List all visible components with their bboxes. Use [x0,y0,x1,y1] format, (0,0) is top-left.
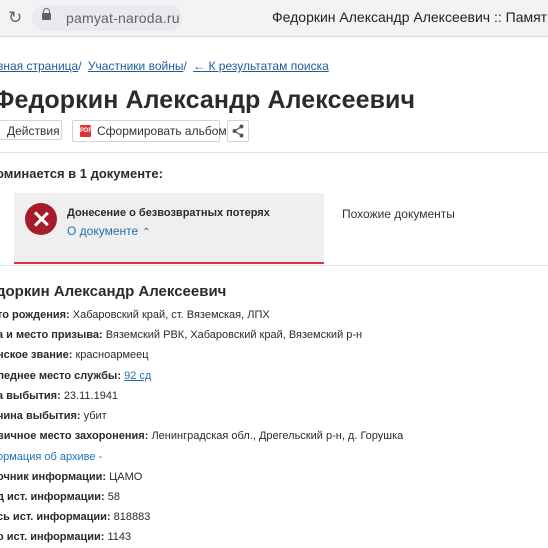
divider [0,152,548,153]
share-icon [232,124,244,138]
tab-title: Федоркин Александр Алексеевич :: Память … [272,9,548,25]
browser-toolbar: ↻ pamyat-naroda.ru Федоркин Александр Ал… [0,0,548,37]
close-circle-icon [25,203,57,235]
field-label: а выбытия: [0,390,61,402]
share-button[interactable] [227,120,249,142]
disposal-date-field: а выбытия: 23.11.1941 [0,390,118,402]
field-label: д ист. информации: [0,491,105,503]
lock-icon [42,8,51,20]
breadcrumb-separator: / [183,59,187,73]
field-value: Ленинградская обл., Дрегельский р-н, д. … [151,430,404,442]
burial-place-field: вичное место захоронения: Ленинградская … [0,430,403,442]
create-album-label: Сформировать альбом [97,124,227,138]
document-title: Донесение о безвозвратных потерях [67,207,270,219]
about-document-label: О документе [67,224,139,238]
case-field: о ист. информации: 1143 [0,531,131,543]
field-label: чина выбытия: [0,410,81,422]
field-value: 1143 [107,531,132,543]
field-label: о ист. информации: [0,531,105,543]
info-source-field: очник информации: ЦАМО [0,471,142,483]
field-label: леднее место службы: [0,370,121,382]
field-label: вичное место захоронения: [0,430,149,442]
breadcrumb: вная страница/ Участники войны/ ← К резу… [0,59,329,73]
mentioned-heading: оминается в 1 документе: [0,166,163,181]
birth-place-field: то рождения: Хабаровский край, ст. Вязем… [0,309,270,321]
active-tab-underline [14,262,324,264]
field-label: сь ист. информации: [0,511,111,523]
about-document-link[interactable]: О документе ⌃ [67,224,151,238]
field-value: убит [83,410,107,422]
field-label: нское звание: [0,349,73,361]
field-value: 818883 [113,511,151,523]
field-value: красноармеец [75,349,149,361]
create-album-button[interactable]: PDF Сформировать альбом [72,120,227,142]
person-name: доркин Александр Алексеевич [0,283,227,300]
breadcrumb-participants-link[interactable]: Участники войны [88,59,184,73]
chevron-up-icon: ⌃ [142,227,151,238]
field-value: 23.11.1941 [63,390,119,402]
fond-field: д ист. информации: 58 [0,491,120,503]
actions-button[interactable]: Действия [0,120,62,140]
breadcrumb-home-link[interactable]: вная страница [0,59,78,73]
field-value: Вяземский РВК, Хабаровский край, Вяземск… [105,329,363,341]
archive-info-toggle[interactable]: ормация об архиве - [0,451,102,463]
back-to-results-link[interactable]: ← К результатам поиска [193,59,329,73]
address-bar[interactable]: pamyat-naroda.ru [32,5,182,31]
inventory-field: сь ист. информации: 818883 [0,511,150,523]
breadcrumb-separator: / [78,59,82,73]
actions-button-label: Действия [7,124,60,138]
field-value: 58 [107,491,121,503]
reload-icon[interactable]: ↻ [8,8,22,28]
document-card[interactable]: Донесение о безвозвратных потерях О доку… [14,193,324,263]
last-service-field: леднее место службы: 92 сд [0,370,151,382]
service-unit-link[interactable]: 92 сд [124,370,151,382]
similar-documents-tab[interactable]: Похожие документы [342,207,455,221]
url-text: pamyat-naroda.ru [66,10,180,26]
disposal-reason-field: чина выбытия: убит [0,410,107,422]
field-label: а и место призыва: [0,329,103,341]
pdf-icon: PDF [80,125,92,137]
field-label: очник информации: [0,471,107,483]
conscription-field: а и место призыва: Вяземский РВК, Хабаро… [0,329,362,341]
field-value: Хабаровский край, ст. Вяземская, ЛПХ [72,309,270,321]
rank-field: нское звание: красноармеец [0,349,149,361]
field-label: то рождения: [0,309,70,321]
page-title: Федоркин Александр Алексеевич [0,86,416,114]
field-value: ЦАМО [109,471,143,483]
divider [0,265,548,266]
